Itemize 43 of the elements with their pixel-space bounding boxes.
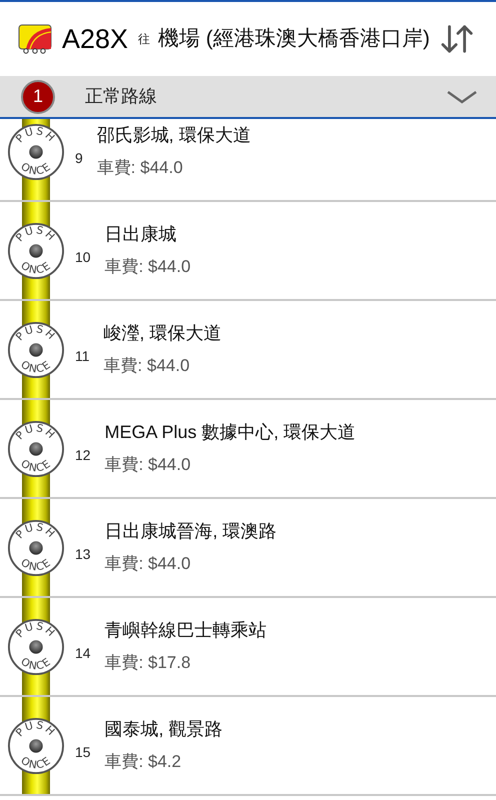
stop-bell-icon[interactable]: PUSH ONCE (7, 122, 65, 180)
stop-name: 峻瀅, 環保大道 (104, 322, 222, 346)
swap-arrows-icon (440, 23, 474, 55)
stop-row[interactable]: PUSH ONCE 14 青嶼幹線巴士轉乘站 車費: $17.8 (0, 598, 496, 697)
stop-bell-icon[interactable]: PUSH ONCE (7, 222, 65, 280)
fare: 車費: $44.0 (104, 553, 192, 576)
stop-bell-icon[interactable]: PUSH ONCE (7, 320, 65, 378)
stop-row[interactable]: PUSH ONCE 10 日出康城 車費: $44.0 (0, 202, 496, 301)
stop-row[interactable]: PUSH ONCE 15 國泰城, 觀景路 車費: $4.2 (0, 697, 496, 796)
stop-number: 15 (75, 743, 91, 762)
route-variant-selector[interactable]: 1 正常路線 (0, 76, 496, 119)
variant-label: 正常路線 (85, 85, 157, 108)
stop-name: 日出康城 (104, 223, 178, 246)
stop-bell-icon[interactable]: PUSH ONCE (7, 716, 65, 774)
direction-word: 往 (138, 31, 150, 48)
stop-name: MEGA Plus 數據中心, 環保大道 (104, 421, 356, 444)
stop-name: 國泰城, 觀景路 (104, 718, 223, 742)
stop-bell-icon[interactable]: PUSH ONCE (7, 518, 65, 576)
stop-number: 11 (75, 347, 90, 366)
stop-name: 青嶼幹線巴士轉乘站 (104, 619, 267, 642)
stop-row[interactable]: PUSH ONCE 11 峻瀅, 環保大道 車費: $44.0 (0, 301, 496, 400)
stop-bell-icon[interactable]: PUSH ONCE (7, 420, 65, 478)
fare: 車費: $44.0 (104, 256, 191, 278)
stop-row[interactable]: PUSH ONCE 13 日出康城晉海, 環澳路 車費: $44.0 (0, 499, 496, 598)
fare: 車費: $17.8 (104, 652, 192, 674)
fare: 車費: $4.2 (104, 751, 182, 774)
stop-number: 9 (75, 149, 83, 168)
fare: 車費: $44.0 (104, 454, 192, 476)
stop-number: 10 (75, 248, 91, 267)
fare: 車費: $44.0 (96, 157, 184, 180)
variant-badge: 1 (21, 80, 55, 114)
stop-name: 邵氏影城, 環保大道 (96, 124, 251, 148)
stop-number: 14 (75, 644, 91, 663)
stop-row[interactable]: PUSH ONCE 9 邵氏影城, 環保大道 車費: $44.0 (0, 119, 496, 202)
bus-logo-icon (18, 24, 52, 54)
stop-bell-icon[interactable]: PUSH ONCE (7, 618, 65, 676)
stop-row[interactable]: PUSH ONCE 12 MEGA Plus 數據中心, 環保大道 車費: $44.0 (0, 400, 496, 499)
destination: 機場 (經港珠澳大橋香港口岸) (158, 26, 430, 52)
stop-number: 13 (75, 545, 91, 564)
route-number: A28X (62, 26, 128, 52)
stop-name: 日出康城晉海, 環澳路 (104, 520, 277, 544)
stop-number: 12 (75, 446, 91, 465)
fare: 車費: $44.0 (104, 355, 191, 378)
